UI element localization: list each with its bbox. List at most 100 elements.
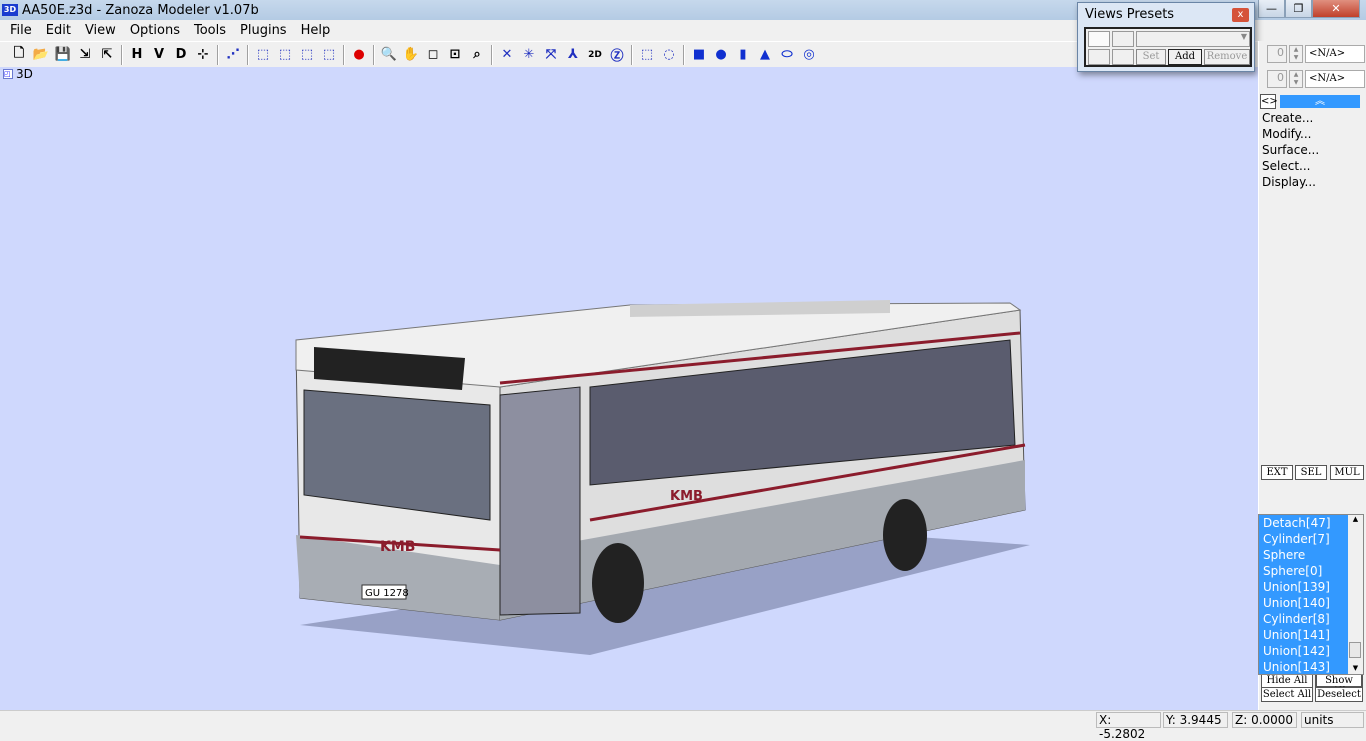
menu-edit[interactable]: Edit [39, 23, 78, 38]
menu-plugins[interactable]: Plugins [233, 23, 294, 38]
create-sphere-icon[interactable]: ● [710, 44, 732, 66]
create-ring-icon[interactable]: ◎ [798, 44, 820, 66]
camera-icon[interactable]: ⌕ [466, 44, 488, 66]
hide-all-button[interactable]: Hide All [1261, 673, 1313, 688]
axis-tripod-icon[interactable]: ⅄ [562, 44, 584, 66]
scroll-up-icon[interactable]: ▲ [1348, 515, 1363, 523]
preset-dropdown[interactable]: ▼ [1136, 31, 1250, 47]
front-door [499, 386, 581, 616]
app-icon: 3D [2, 4, 18, 16]
show-all-button[interactable]: Show All [1315, 673, 1363, 697]
cube-select-4-icon[interactable]: ⬚ [318, 44, 340, 66]
maximize-button[interactable]: ❐ [1285, 0, 1312, 18]
vertex-select-icon[interactable]: ⋰ [222, 44, 244, 66]
na-field-1[interactable]: <N/A> [1305, 45, 1365, 63]
na-field-2[interactable]: <N/A> [1305, 70, 1365, 88]
create-cube-icon[interactable]: ■ [688, 44, 710, 66]
rear-wheel [883, 499, 927, 571]
rotate-icon[interactable]: ✳ [518, 44, 540, 66]
pan-hand-icon[interactable]: ✋ [400, 44, 422, 66]
no-z-icon[interactable]: Ⓩ [606, 44, 628, 66]
command-modify[interactable]: Modify... [1262, 127, 1312, 141]
sel-button[interactable]: SEL [1295, 465, 1327, 480]
rect-select-icon[interactable]: ⬚ [636, 44, 658, 66]
command-surface[interactable]: Surface... [1262, 143, 1319, 157]
menu-options[interactable]: Options [123, 23, 187, 38]
open-folder-icon[interactable]: 📂 [30, 44, 52, 66]
remove-button[interactable]: Remove [1204, 49, 1250, 65]
command-create[interactable]: Create... [1262, 111, 1313, 125]
move-icon[interactable]: ✕ [496, 44, 518, 66]
add-button[interactable]: Add [1168, 49, 1202, 65]
presets-close-button[interactable]: x [1232, 8, 1249, 22]
status-x: X: -5.2802 [1096, 712, 1161, 741]
status-z: Z: 0.0000 [1232, 712, 1297, 728]
circle-select-icon[interactable]: ◌ [658, 44, 680, 66]
collapse-bar[interactable]: ︽ [1280, 95, 1360, 108]
view-menu-icon[interactable]: ◰ [3, 69, 13, 79]
toolbar-separator [373, 44, 375, 65]
kmb-logo: KMB [380, 539, 415, 555]
menu-help[interactable]: Help [294, 23, 338, 38]
spinner-1[interactable]: ▲ ▼ [1289, 45, 1303, 63]
cube-select-2-icon[interactable]: ⬚ [274, 44, 296, 66]
spin-value-1[interactable]: 0 [1267, 45, 1287, 63]
close-button[interactable]: ✕ [1312, 0, 1360, 18]
license-plate: GU 1278 [365, 588, 409, 599]
scale-icon[interactable]: ⤧ [540, 44, 562, 66]
presets-title: Views Presets [1085, 6, 1175, 22]
front-wheel [592, 543, 644, 623]
import-icon[interactable]: ⇲ [74, 44, 96, 66]
toolbar-separator [343, 44, 345, 65]
create-torus-icon[interactable]: ⬭ [776, 44, 798, 66]
preset-slot-2[interactable] [1112, 31, 1134, 47]
box-icon[interactable]: ◻ [422, 44, 444, 66]
spinner-2[interactable]: ▲ ▼ [1289, 70, 1303, 88]
cube-select-3-icon[interactable]: ⬚ [296, 44, 318, 66]
fit-view-icon[interactable]: ⊡ [444, 44, 466, 66]
ext-button[interactable]: EXT [1261, 465, 1293, 480]
cube-select-1-icon[interactable]: ⬚ [252, 44, 274, 66]
preset-slot-3[interactable] [1088, 49, 1110, 65]
status-bar: X: -5.2802 Y: 3.9445 Z: 0.0000 units [0, 710, 1366, 741]
minimize-button[interactable]: — [1258, 0, 1285, 18]
set-button[interactable]: Set [1136, 49, 1166, 65]
status-y: Y: 3.9445 [1163, 712, 1228, 728]
view-h-button[interactable]: H [126, 44, 148, 66]
toggle-button[interactable]: <> [1260, 94, 1278, 109]
toolbar-separator [121, 44, 123, 65]
axes-icon[interactable]: ⊹ [192, 44, 214, 66]
create-cone-icon[interactable]: ▲ [754, 44, 776, 66]
view-d-button[interactable]: D [170, 44, 192, 66]
menu-tools[interactable]: Tools [187, 23, 233, 38]
scroll-thumb[interactable] [1349, 642, 1361, 658]
export-icon[interactable]: ⇱ [96, 44, 118, 66]
preset-slot-1[interactable] [1088, 31, 1110, 47]
list-scrollbar[interactable]: ▲ ▼ [1348, 515, 1363, 674]
zoom-icon[interactable]: 🔍 [378, 44, 400, 66]
menu-file[interactable]: File [3, 23, 39, 38]
bus-model: KMB KMB GU 1278 [295, 300, 1030, 655]
2d-3d-icon[interactable]: 2D [584, 44, 606, 66]
command-display[interactable]: Display... [1262, 175, 1316, 189]
command-select[interactable]: Select... [1262, 159, 1310, 173]
view-label[interactable]: ◰ 3D [3, 67, 33, 81]
kmb-side-logo: KMB [670, 489, 703, 504]
object-list[interactable]: Detach[47] Cylinder[7] Sphere Sphere[0] Unio… [1258, 514, 1364, 675]
toolbar-separator [683, 44, 685, 65]
save-icon[interactable]: 💾 [52, 44, 74, 66]
preset-slot-4[interactable] [1112, 49, 1134, 65]
mul-button[interactable]: MUL [1330, 465, 1364, 480]
toolbar-separator [217, 44, 219, 65]
render-sphere-icon[interactable]: ● [348, 44, 370, 66]
toolbar: 🗋 📂 💾 ⇲ ⇱ H V D ⊹ ⋰ ⬚ ⬚ ⬚ ⬚ ● 🔍 ✋ ◻ ⊡ ⌕ ✕ ✳ ⤧ ⅄ 2D Ⓩ ⬚ ◌ ■ ● ▮ ▲ ⬭ ◎ [0, 41, 1258, 67]
select-all-button[interactable]: Select All [1261, 687, 1313, 702]
deselect-button[interactable]: Deselect [1315, 687, 1363, 702]
new-file-icon[interactable]: 🗋 [8, 44, 30, 66]
create-cylinder-icon[interactable]: ▮ [732, 44, 754, 66]
menu-view[interactable]: View [78, 23, 123, 38]
scroll-down-icon[interactable]: ▼ [1348, 664, 1363, 672]
3d-viewport[interactable]: ◰ 3D KMB KMB GU 1278 [0, 67, 1258, 710]
view-v-button[interactable]: V [148, 44, 170, 66]
spin-value-2[interactable]: 0 [1267, 70, 1287, 88]
